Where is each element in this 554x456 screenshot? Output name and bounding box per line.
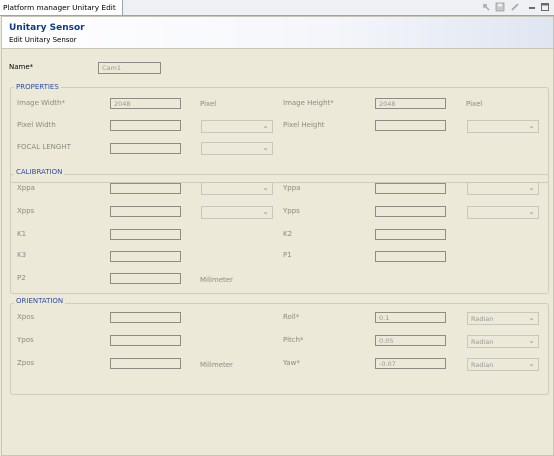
- xpos-label: Xpos: [17, 313, 35, 321]
- editor-panel: Unitary Sensor Edit Unitary Sensor Name*…: [1, 16, 554, 456]
- focal-length-unit-select[interactable]: ⌄: [201, 142, 273, 155]
- name-label: Name*: [9, 63, 34, 71]
- pitch-field[interactable]: 0.05: [375, 335, 446, 346]
- image-height-unit: Pixel: [466, 100, 483, 108]
- back-icon[interactable]: [481, 2, 491, 12]
- roll-unit-value: Radian: [471, 315, 494, 323]
- k1-field[interactable]: [110, 229, 181, 240]
- chevron-down-icon: ⌄: [262, 122, 269, 130]
- xppa-label: Xppa: [17, 184, 35, 192]
- pixel-height-field[interactable]: [375, 120, 446, 131]
- p2-unit: Milimeter: [200, 276, 233, 284]
- xppa-unit-select[interactable]: ⌄: [201, 182, 273, 195]
- xpos-field[interactable]: [110, 312, 181, 323]
- tab-label: Platform manager Unitary Edit: [3, 3, 116, 12]
- k3-label: K3: [17, 251, 27, 259]
- image-width-field[interactable]: 2048: [110, 98, 181, 109]
- pixel-height-unit-select[interactable]: ⌄: [467, 120, 539, 133]
- yaw-field[interactable]: -0.07: [375, 358, 446, 369]
- k2-label: K2: [283, 230, 293, 238]
- form-title: Unitary Sensor: [9, 23, 85, 33]
- image-width-label: Image Width*: [17, 99, 65, 107]
- chevron-down-icon: ⌄: [528, 208, 535, 216]
- chevron-down-icon: ⌄: [528, 314, 535, 322]
- chevron-down-icon: ⌄: [528, 184, 535, 192]
- ypos-label: Ypos: [17, 336, 34, 344]
- yppa-field[interactable]: [375, 183, 446, 194]
- editor-tab-bar: Platform manager Unitary Edit: [0, 0, 554, 16]
- ypps-unit-select[interactable]: ⌄: [467, 206, 539, 219]
- roll-field[interactable]: 0.1: [375, 312, 446, 323]
- form-subtitle: Edit Unitary Sensor: [9, 36, 77, 44]
- chevron-down-icon: ⌄: [528, 337, 535, 345]
- pixel-width-unit-select[interactable]: ⌄: [201, 120, 273, 133]
- xppa-field[interactable]: [110, 183, 181, 194]
- chevron-down-icon: ⌄: [262, 184, 269, 192]
- pixel-width-field[interactable]: [110, 120, 181, 131]
- k3-field[interactable]: [110, 251, 181, 262]
- edit-icon[interactable]: [510, 2, 520, 12]
- name-field[interactable]: Cam1: [98, 62, 161, 74]
- yaw-unit-value: Radian: [471, 361, 494, 369]
- chevron-down-icon: ⌄: [528, 360, 535, 368]
- yppa-unit-select[interactable]: ⌄: [467, 182, 539, 195]
- p1-field[interactable]: [375, 251, 446, 262]
- ypps-field[interactable]: [375, 206, 446, 217]
- pitch-unit-select[interactable]: Radian ⌄: [467, 335, 539, 348]
- tab-platform-manager[interactable]: Platform manager Unitary Edit: [0, 0, 123, 15]
- maximize-icon[interactable]: [540, 2, 550, 12]
- properties-title: PROPERTIES: [14, 83, 61, 91]
- xpps-field[interactable]: [110, 206, 181, 217]
- save-icon[interactable]: [495, 2, 505, 12]
- calibration-title: CALIBRATION: [14, 168, 65, 176]
- chevron-down-icon: ⌄: [262, 208, 269, 216]
- xpps-label: Xpps: [17, 207, 35, 215]
- p2-label: P2: [17, 274, 26, 282]
- k2-field[interactable]: [375, 229, 446, 240]
- ypos-field[interactable]: [110, 335, 181, 346]
- minimize-icon[interactable]: [527, 2, 537, 12]
- pitch-label: Pitch*: [283, 336, 304, 344]
- roll-unit-select[interactable]: Radian ⌄: [467, 312, 539, 325]
- pixel-height-label: Pixel Height: [283, 121, 325, 129]
- image-width-unit: Pixel: [200, 100, 217, 108]
- p1-label: P1: [283, 251, 292, 259]
- roll-label: Roll*: [283, 313, 300, 321]
- k1-label: K1: [17, 230, 27, 238]
- form-header: Unitary Sensor Edit Unitary Sensor: [2, 17, 553, 49]
- focal-length-field[interactable]: [110, 143, 181, 154]
- yaw-label: Yaw*: [283, 359, 300, 367]
- chevron-down-icon: ⌄: [262, 144, 269, 152]
- image-height-label: Image Height*: [283, 99, 334, 107]
- zpos-unit: Milimeter: [200, 361, 233, 369]
- pitch-unit-value: Radian: [471, 338, 494, 346]
- zpos-field[interactable]: [110, 358, 181, 369]
- chevron-down-icon: ⌄: [528, 122, 535, 130]
- pixel-width-label: Pixel Width: [17, 121, 56, 129]
- p2-field[interactable]: [110, 273, 181, 284]
- yppa-label: Yppa: [283, 184, 301, 192]
- ypps-label: Ypps: [283, 207, 300, 215]
- orientation-title: ORIENTATION: [14, 297, 66, 305]
- yaw-unit-select[interactable]: Radian ⌄: [467, 358, 539, 371]
- image-height-field[interactable]: 2048: [375, 98, 446, 109]
- xpps-unit-select[interactable]: ⌄: [201, 206, 273, 219]
- zpos-label: Zpos: [17, 359, 35, 367]
- focal-length-label: FOCAL LENGHT: [17, 143, 71, 151]
